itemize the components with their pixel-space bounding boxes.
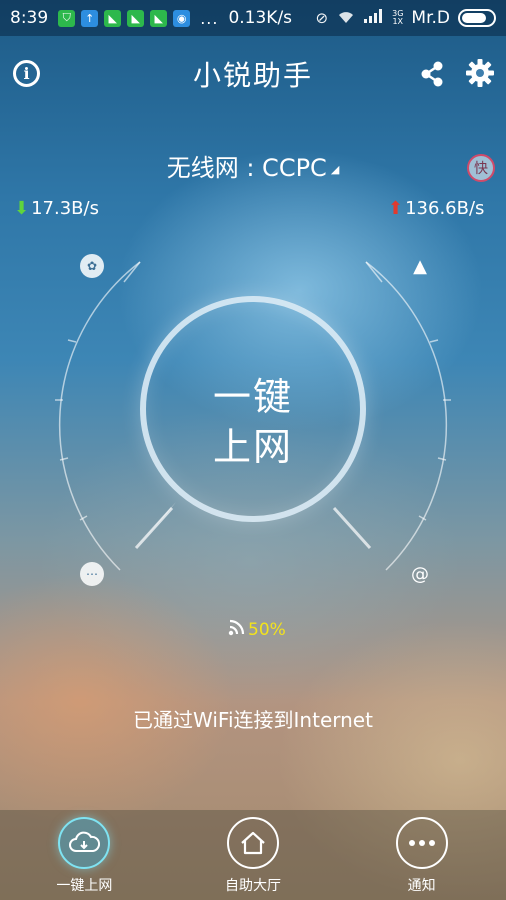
nav-label-notifications: 通知	[407, 878, 436, 894]
wifi-signal-icon	[336, 8, 356, 28]
overflow-dots: ...	[200, 8, 219, 28]
nav-label-self-service-hall: 自助大厅	[225, 878, 281, 894]
upload-speed: ⬆ 136.6B/s	[388, 198, 484, 219]
network-selector[interactable]: 无线网 : CCPC ◢	[0, 148, 506, 183]
more-icon[interactable]	[395, 817, 448, 869]
app-header: i 小锐助手	[0, 48, 506, 102]
chat-bubble-icon: ⋯	[80, 562, 104, 586]
connect-button-label[interactable]: 一键 上网	[140, 372, 366, 472]
shield-notification-icon: ⛉	[58, 9, 76, 27]
wifi-share-notification-icon-2: ◣	[127, 9, 145, 27]
fast-badge[interactable]: 快	[467, 154, 495, 182]
connect-label-line2: 上网	[212, 425, 293, 469]
download-speed: ⬇ 17.3B/s	[14, 198, 99, 219]
cloud-icon[interactable]	[58, 817, 111, 869]
wifi-notification-icon: ◉	[173, 9, 191, 27]
network-label: 无线网 : CCPC	[166, 154, 327, 182]
bottom-nav: 一键上网 自助大厅 通知	[0, 810, 506, 900]
speed-dial: 一键 上网 ✿ ▲ ⋯ @	[0, 240, 506, 600]
connection-status-message: 已通过WiFi连接到Internet	[133, 708, 373, 732]
nav-item-notifications[interactable]: 通知	[337, 810, 506, 900]
upload-notification-icon: ↑	[81, 9, 99, 27]
home-icon[interactable]	[227, 817, 279, 869]
status-time: 8:39	[10, 8, 49, 28]
snail-icon: @	[411, 563, 429, 585]
network-type-bottom: 1X	[392, 17, 404, 26]
status-bar: 8:39 ⛉ ↑ ◣ ◣ ◣ ◉ ... 0.13K/s ⊘ 3G 1X Mr.…	[0, 0, 506, 36]
download-arrow-icon: ⬇	[14, 198, 30, 219]
rocket-icon: ▲	[413, 255, 427, 277]
share-icon[interactable]	[418, 60, 446, 88]
network-type: 3G 1X	[392, 10, 403, 26]
download-speed-value: 17.3B/s	[31, 198, 99, 219]
signal-strength: 50%	[228, 618, 286, 641]
upload-speed-value: 136.6B/s	[405, 198, 485, 219]
nav-item-one-click-connect[interactable]: 一键上网	[0, 810, 169, 900]
nav-item-self-service-hall[interactable]: 自助大厅	[169, 810, 338, 900]
signal-icon	[228, 618, 246, 641]
cell-signal-icon	[364, 9, 384, 27]
gear-icon[interactable]	[465, 58, 495, 88]
vibrate-off-icon: ⊘	[315, 9, 329, 27]
carrier-label: Mr.D	[411, 8, 450, 28]
wifi-share-notification-icon-3: ◣	[150, 9, 168, 27]
wifi-share-notification-icon: ◣	[104, 9, 122, 27]
nav-label-one-click-connect: 一键上网	[56, 878, 113, 894]
caret-down-icon: ◢	[330, 162, 340, 176]
status-net-speed: 0.13K/s	[228, 8, 293, 28]
battery-icon	[458, 9, 496, 27]
signal-strength-value: 50%	[248, 619, 286, 640]
upload-arrow-icon: ⬆	[388, 198, 404, 219]
connect-label-line1: 一键	[212, 375, 293, 419]
film-reel-icon: ✿	[80, 254, 104, 278]
